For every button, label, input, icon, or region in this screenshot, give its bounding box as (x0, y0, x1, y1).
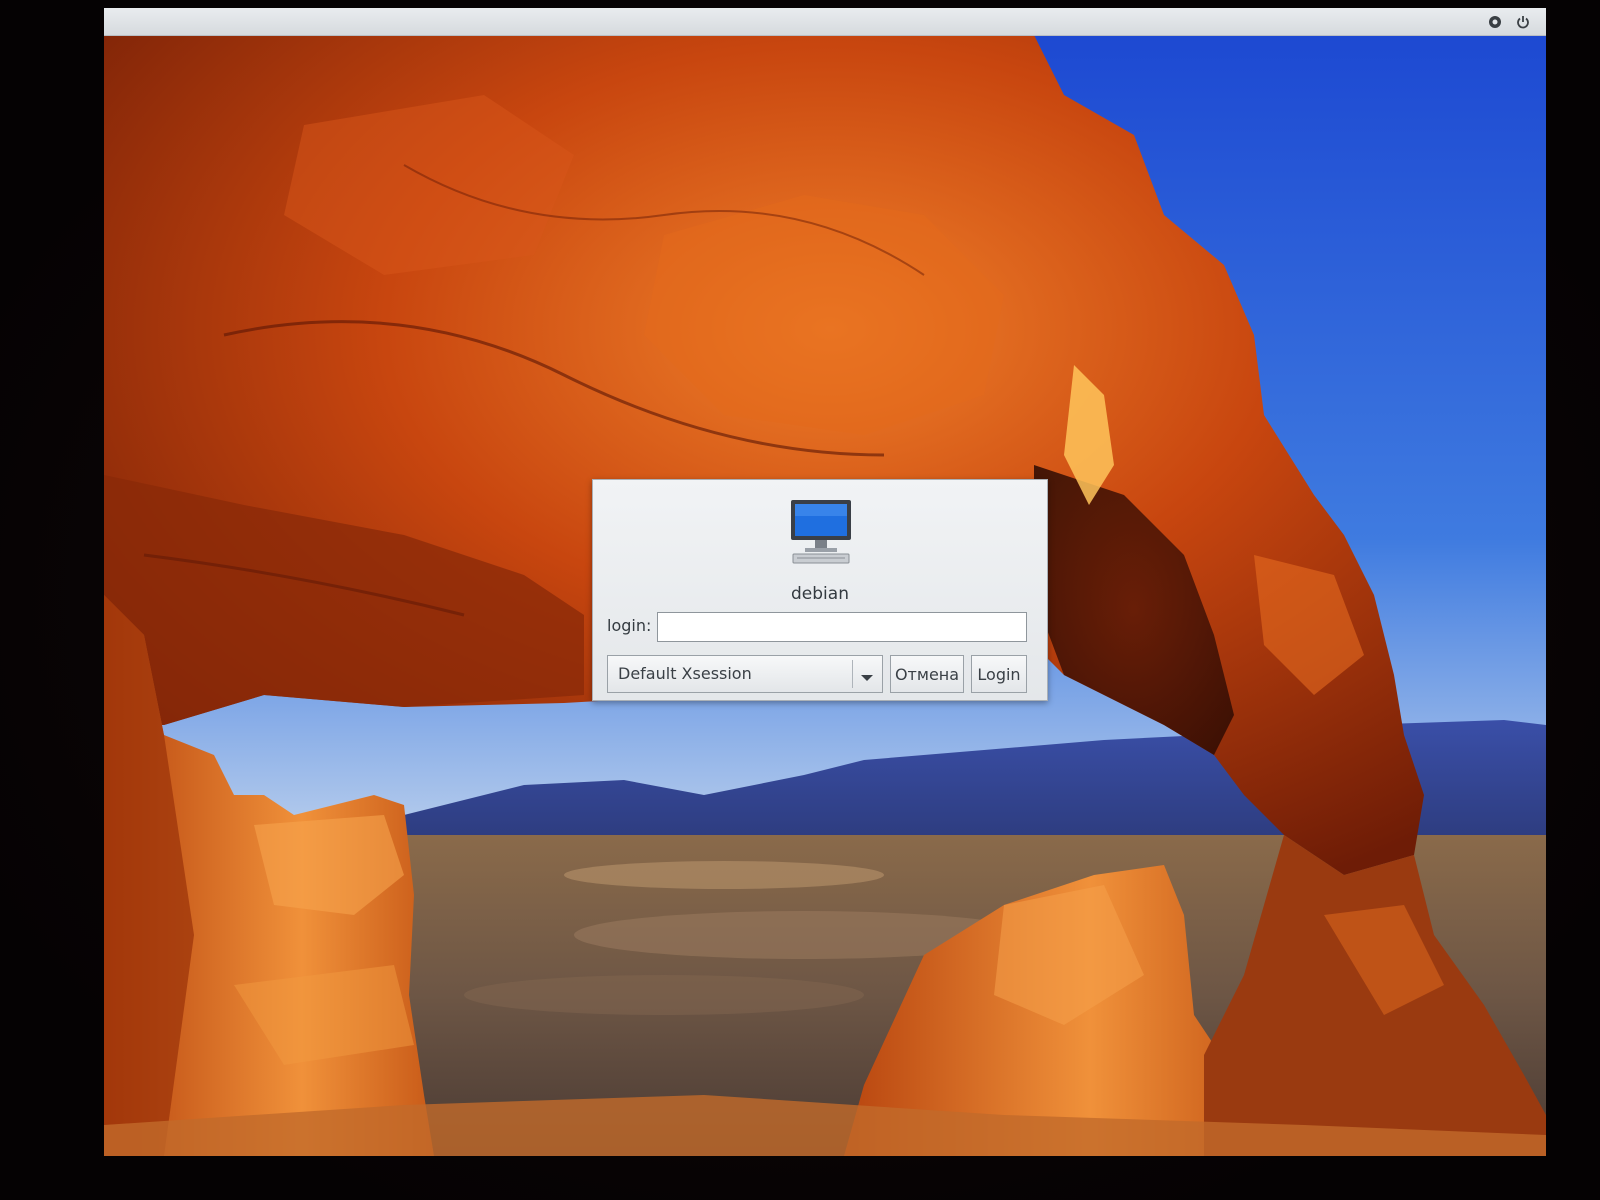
hostname-label: debian (791, 584, 849, 604)
screen: debian login: Default Xsession Отмена Lo… (104, 8, 1546, 1156)
monitor-bezel: debian login: Default Xsession Отмена Lo… (0, 0, 1600, 1200)
session-select[interactable]: Default Xsession (607, 655, 883, 693)
select-divider (852, 660, 853, 688)
panel-icons (1486, 13, 1532, 31)
settings-icon[interactable] (1486, 13, 1504, 31)
login-button[interactable]: Login (971, 655, 1027, 693)
session-value: Default Xsession (618, 664, 752, 683)
login-input[interactable] (657, 612, 1027, 642)
login-dialog: debian login: Default Xsession Отмена Lo… (592, 479, 1048, 701)
computer-icon (789, 498, 853, 570)
power-icon[interactable] (1514, 13, 1532, 31)
chevron-down-icon (860, 668, 874, 687)
top-panel (104, 8, 1546, 36)
login-label: login: (607, 616, 652, 635)
cancel-button[interactable]: Отмена (890, 655, 964, 693)
